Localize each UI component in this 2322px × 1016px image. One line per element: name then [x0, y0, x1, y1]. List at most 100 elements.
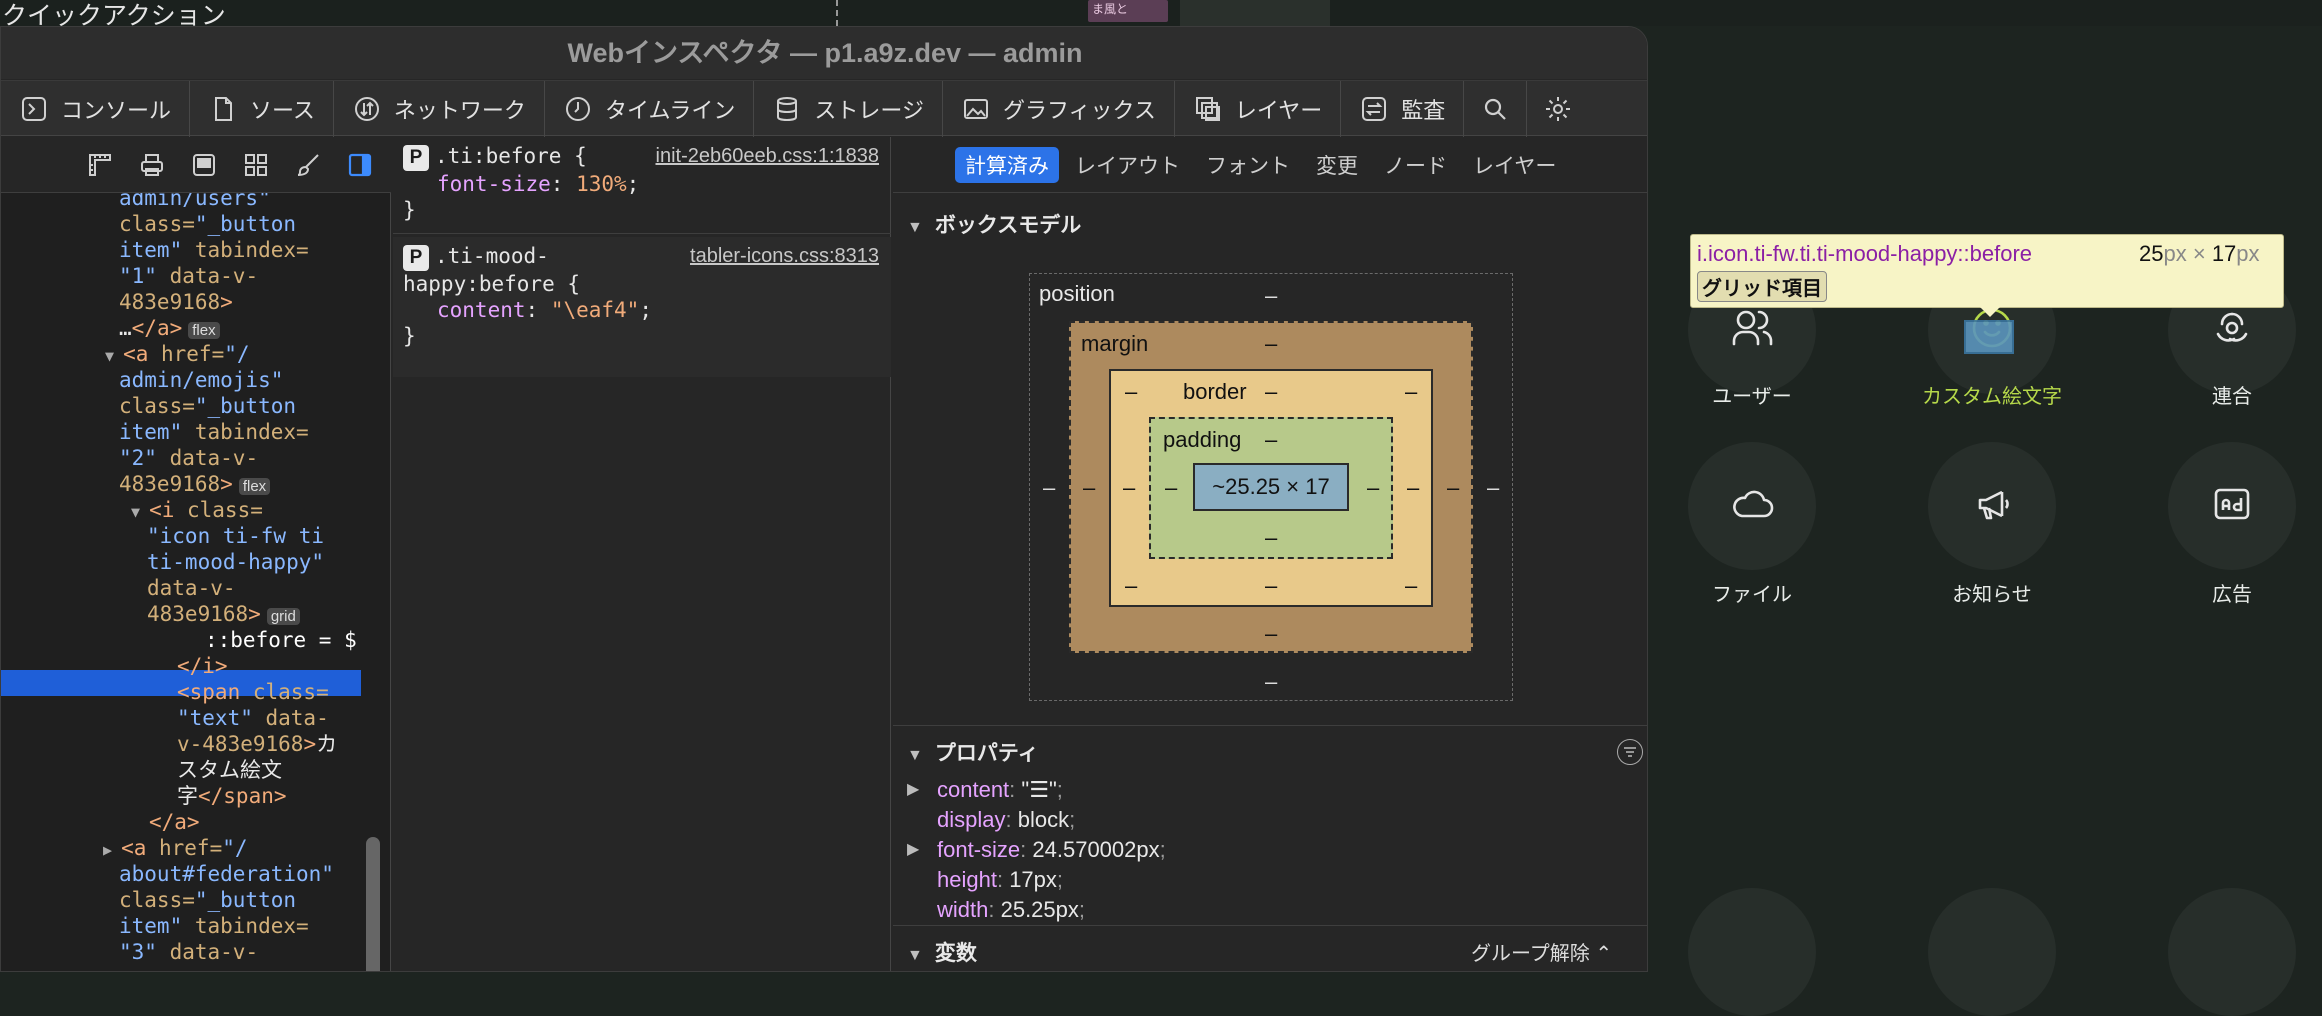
- tab-label: コンソール: [61, 98, 172, 123]
- dom-line-before-selected[interactable]: ::before = $: [205, 627, 357, 653]
- css-rule-ti-mood-happy-before[interactable]: P .ti-mood- tabler-icons.css:8313 happy:b…: [393, 237, 891, 377]
- app-files-label: ファイル: [1712, 584, 1792, 606]
- property-height[interactable]: height: 17px;: [937, 865, 1063, 895]
- dom-line[interactable]: </i>: [177, 653, 228, 679]
- dom-line[interactable]: "icon ti-fw ti: [147, 523, 324, 549]
- sidebar-toggle-icon[interactable]: [345, 150, 375, 180]
- background-thumbnail: ま風と: [1088, 0, 1168, 22]
- dom-line[interactable]: 483e9168> flex: [119, 471, 271, 500]
- border-corner-value: –: [1125, 573, 1138, 598]
- position-top-value: –: [1265, 283, 1278, 308]
- ungroup-button[interactable]: グループ解除 ⌃: [1471, 937, 1612, 966]
- dom-line[interactable]: item" tabindex=: [119, 913, 309, 939]
- compositing-icon[interactable]: [189, 150, 219, 180]
- property-width[interactable]: width: 25.25px;: [937, 895, 1085, 925]
- dom-line[interactable]: admin/users": [119, 193, 271, 211]
- tooltip-selector: i.icon.ti-fw.ti.ti-mood-happy::before: [1697, 241, 2033, 266]
- tab-label: 監査: [1401, 98, 1446, 123]
- grid-badge: grid: [266, 608, 300, 625]
- computed-tabs: 計算済み レイアウト フォント 変更 ノード レイヤー: [893, 137, 1647, 193]
- dom-line[interactable]: <span class=: [177, 679, 329, 705]
- search-icon: [1480, 94, 1510, 124]
- dom-line[interactable]: スタム絵文: [177, 757, 282, 783]
- dom-line[interactable]: 字</span>: [177, 783, 287, 809]
- dom-line[interactable]: "1" data-v-: [119, 263, 258, 289]
- dom-line[interactable]: class="_button: [119, 887, 296, 913]
- tab-graphics[interactable]: グラフィックス: [943, 81, 1175, 137]
- css-rule-ti-before[interactable]: P .ti:before { init-2eb60eeb.css:1:1838 f…: [393, 137, 891, 233]
- tab-layers[interactable]: レイヤー: [1175, 81, 1342, 137]
- border-top-value: –: [1265, 379, 1278, 404]
- search-button[interactable]: [1464, 81, 1528, 137]
- rulers-icon[interactable]: [85, 150, 115, 180]
- tab-label: ソース: [250, 98, 315, 123]
- app-files-button[interactable]: [1688, 442, 1816, 570]
- dom-line[interactable]: 483e9168>: [119, 289, 233, 315]
- dom-line[interactable]: v-483e9168>カ: [177, 731, 337, 757]
- grid-icon[interactable]: [241, 150, 271, 180]
- dom-line[interactable]: 483e9168> grid: [147, 601, 300, 630]
- app-ads-label: 広告: [2212, 584, 2252, 606]
- filter-icon[interactable]: [1617, 739, 1643, 765]
- border-label: border: [1183, 379, 1247, 404]
- rule-source-link[interactable]: tabler-icons.css:8313: [690, 243, 879, 269]
- settings-button[interactable]: [1527, 81, 1589, 137]
- app-tile[interactable]: [1928, 888, 2056, 1016]
- tab-sources[interactable]: ソース: [190, 81, 334, 137]
- window-title: Webインスペクタ — p1.a9z.dev — admin: [1, 27, 1647, 79]
- variables-header[interactable]: ▼ 変数: [907, 937, 977, 967]
- tab-network[interactable]: ネットワーク: [334, 81, 545, 137]
- dom-tree-pane: admin/users" class="_button item" tabind…: [1, 137, 391, 971]
- position-bottom-value: –: [1265, 669, 1278, 694]
- tab-storage[interactable]: ストレージ: [754, 81, 943, 137]
- padding-bottom-value: –: [1265, 525, 1278, 550]
- dom-line[interactable]: about#federation": [119, 861, 334, 887]
- dom-line[interactable]: "3" data-v-: [119, 939, 258, 965]
- app-tile[interactable]: [1688, 888, 1816, 1016]
- paintbrush-icon[interactable]: [293, 150, 323, 180]
- rule-source-link[interactable]: init-2eb60eeb.css:1:1838: [656, 143, 880, 169]
- styles-pane: P .ti:before { init-2eb60eeb.css:1:1838 f…: [393, 137, 891, 971]
- tab-audit[interactable]: 監査: [1341, 81, 1465, 137]
- dom-line[interactable]: item" tabindex=: [119, 237, 309, 263]
- tab-layout[interactable]: レイアウト: [1065, 147, 1190, 183]
- tab-label: レイヤー: [1234, 98, 1323, 123]
- tab-changes[interactable]: 変更: [1306, 147, 1368, 183]
- dom-line[interactable]: </a>: [149, 809, 200, 835]
- padding-top-value: –: [1265, 427, 1278, 452]
- property-display[interactable]: display: block;: [937, 805, 1075, 835]
- tab-computed[interactable]: 計算済み: [955, 146, 1059, 183]
- dom-line[interactable]: item" tabindex=: [119, 419, 309, 445]
- dom-line[interactable]: data-v-: [147, 575, 236, 601]
- tab-layers-detail[interactable]: レイヤー: [1463, 147, 1566, 183]
- app-announcements-label: お知らせ: [1952, 584, 2032, 606]
- dom-line-a-federation[interactable]: ▶ <a href="/: [103, 835, 248, 863]
- tab-timeline[interactable]: タイムライン: [545, 81, 755, 137]
- border-right-value: –: [1407, 475, 1420, 500]
- tab-node[interactable]: ノード: [1374, 147, 1457, 183]
- dom-toolbar: [1, 137, 391, 193]
- dom-line[interactable]: …</a> flex: [119, 315, 220, 344]
- disclosure-triangle-icon: ▼: [907, 747, 923, 764]
- admin-app-panel: ユーザー カスタム絵文字 連合 ファイル お知らせ 広告: [1650, 26, 2322, 1016]
- property-font-size[interactable]: ▶ font-size: 24.570002px;: [907, 835, 1166, 865]
- property-content[interactable]: ▶ content: "☰";: [907, 775, 1063, 805]
- app-announcements-button[interactable]: [1928, 442, 2056, 570]
- dom-line[interactable]: admin/emojis": [119, 367, 283, 393]
- dom-scrollbar[interactable]: [366, 837, 380, 971]
- tab-console[interactable]: コンソール: [1, 81, 191, 137]
- expand-triangle-icon: ▶: [907, 841, 920, 858]
- dom-line-a-emojis[interactable]: ▼ <a href="/: [105, 341, 250, 369]
- dom-line[interactable]: "2" data-v-: [119, 445, 258, 471]
- dom-line[interactable]: class="_button: [119, 393, 296, 419]
- print-icon[interactable]: [137, 150, 167, 180]
- dom-line[interactable]: ti-mood-happy": [147, 549, 324, 575]
- dom-line[interactable]: class="_button: [119, 211, 296, 237]
- tab-font[interactable]: フォント: [1196, 147, 1300, 183]
- box-model-header[interactable]: ▼ ボックスモデル: [907, 209, 1081, 239]
- properties-header[interactable]: ▼ プロパティ: [907, 737, 1039, 767]
- app-ads-button[interactable]: [2168, 442, 2296, 570]
- app-tile[interactable]: [2168, 888, 2296, 1016]
- dom-line-i[interactable]: ▼ <i class=: [131, 497, 263, 525]
- dom-line[interactable]: "text" data-: [177, 705, 329, 731]
